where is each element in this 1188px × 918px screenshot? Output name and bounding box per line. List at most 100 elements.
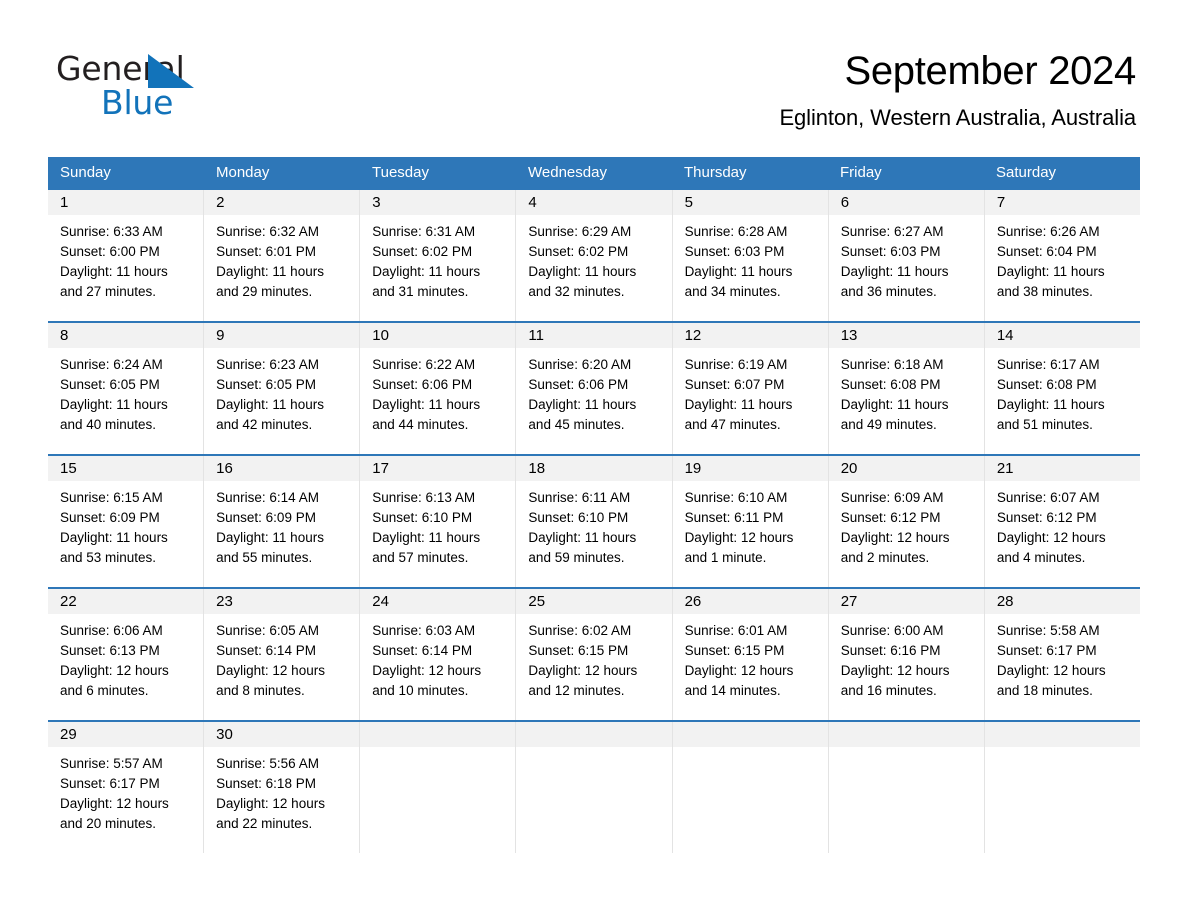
day-number: 4 (516, 190, 672, 215)
daylight-text: Daylight: 12 hours and 8 minutes. (216, 663, 325, 698)
day-cell[interactable]: 24 Sunrise: 6:03 AM Sunset: 6:14 PM Dayl… (360, 589, 517, 720)
weekday-header-sunday: Sunday (60, 164, 111, 181)
week-row: 15 Sunrise: 6:15 AM Sunset: 6:09 PM Dayl… (48, 454, 1140, 587)
day-number: 24 (360, 589, 516, 614)
sunset-text: Sunset: 6:11 PM (684, 510, 784, 525)
day-cell[interactable]: 11 Sunrise: 6:20 AM Sunset: 6:06 PM Dayl… (516, 323, 673, 454)
sunrise-text: Sunrise: 6:19 AM (684, 357, 788, 372)
daylight-text: Daylight: 11 hours and 40 minutes. (60, 397, 168, 432)
day-cell[interactable]: 14 Sunrise: 6:17 AM Sunset: 6:08 PM Dayl… (984, 323, 1140, 454)
sunset-text: Sunset: 6:14 PM (216, 643, 316, 658)
day-info: Sunrise: 5:57 AM Sunset: 6:17 PM Dayligh… (48, 747, 203, 834)
daylight-text: Daylight: 12 hours and 2 minutes. (840, 530, 950, 565)
sunset-text: Sunset: 6:09 PM (216, 510, 316, 525)
day-cell[interactable]: 3 Sunrise: 6:31 AM Sunset: 6:02 PM Dayli… (360, 190, 517, 321)
day-number: 7 (984, 190, 1140, 215)
weekday-header-saturday: Saturday (996, 164, 1057, 181)
daylight-text: Daylight: 11 hours and 27 minutes. (60, 264, 168, 299)
sunset-text: Sunset: 6:07 PM (684, 377, 785, 392)
day-cell[interactable]: 20 Sunrise: 6:09 AM Sunset: 6:12 PM Dayl… (828, 456, 985, 587)
day-cell[interactable]: 9 Sunrise: 6:23 AM Sunset: 6:05 PM Dayli… (204, 323, 361, 454)
day-cell[interactable]: 21 Sunrise: 6:07 AM Sunset: 6:12 PM Dayl… (984, 456, 1140, 587)
day-cell[interactable]: 12 Sunrise: 6:19 AM Sunset: 6:07 PM Dayl… (672, 323, 829, 454)
daylight-text: Daylight: 11 hours and 44 minutes. (372, 397, 481, 432)
day-cell[interactable]: 13 Sunrise: 6:18 AM Sunset: 6:08 PM Dayl… (828, 323, 985, 454)
sunrise-text: Sunrise: 6:29 AM (528, 224, 632, 239)
week-row: 8 Sunrise: 6:24 AM Sunset: 6:05 PM Dayli… (48, 321, 1140, 454)
day-cell[interactable]: 29 Sunrise: 5:57 AM Sunset: 6:17 PM Dayl… (48, 722, 205, 853)
day-cell[interactable]: 23 Sunrise: 6:05 AM Sunset: 6:14 PM Dayl… (204, 589, 361, 720)
sunrise-text: Sunrise: 6:26 AM (996, 224, 1100, 239)
day-cell[interactable]: 5 Sunrise: 6:28 AM Sunset: 6:03 PM Dayli… (672, 190, 829, 321)
day-cell[interactable]: 10 Sunrise: 6:22 AM Sunset: 6:06 PM Dayl… (360, 323, 517, 454)
sunrise-text: Sunrise: 6:00 AM (840, 623, 944, 638)
sunrise-text: Sunrise: 6:10 AM (684, 490, 788, 505)
daylight-text: Daylight: 12 hours and 20 minutes. (60, 796, 169, 831)
sunset-text: Sunset: 6:13 PM (60, 643, 160, 658)
sunset-text: Sunset: 6:15 PM (528, 643, 629, 658)
day-cell[interactable]: 26 Sunrise: 6:01 AM Sunset: 6:15 PM Dayl… (672, 589, 829, 720)
day-cell[interactable]: 15 Sunrise: 6:15 AM Sunset: 6:09 PM Dayl… (48, 456, 205, 587)
day-cell-empty (828, 722, 985, 853)
sunrise-text: Sunrise: 6:13 AM (372, 490, 476, 505)
day-info: Sunrise: 6:19 AM Sunset: 6:07 PM Dayligh… (673, 348, 828, 435)
day-cell[interactable]: 1 Sunrise: 6:33 AM Sunset: 6:00 PM Dayli… (48, 190, 205, 321)
day-number: 1 (48, 190, 204, 215)
sunset-text: Sunset: 6:17 PM (996, 643, 1097, 658)
page-title: September 2024 (844, 49, 1136, 93)
daylight-text: Daylight: 12 hours and 16 minutes. (840, 663, 950, 698)
day-info: Sunrise: 5:58 AM Sunset: 6:17 PM Dayligh… (985, 614, 1140, 701)
day-number: 12 (672, 323, 828, 348)
weekday-header-tuesday: Tuesday (372, 164, 429, 181)
day-cell[interactable]: 18 Sunrise: 6:11 AM Sunset: 6:10 PM Dayl… (516, 456, 673, 587)
daylight-text: Daylight: 11 hours and 55 minutes. (216, 530, 324, 565)
day-info: Sunrise: 6:29 AM Sunset: 6:02 PM Dayligh… (516, 215, 671, 302)
sunrise-text: Sunrise: 6:01 AM (684, 623, 788, 638)
day-cell[interactable]: 16 Sunrise: 6:14 AM Sunset: 6:09 PM Dayl… (204, 456, 361, 587)
weekday-header-wednesday: Wednesday (528, 164, 607, 181)
day-cell[interactable]: 2 Sunrise: 6:32 AM Sunset: 6:01 PM Dayli… (204, 190, 361, 321)
day-number: 28 (984, 589, 1140, 614)
day-cell[interactable]: 4 Sunrise: 6:29 AM Sunset: 6:02 PM Dayli… (516, 190, 673, 321)
sunset-text: Sunset: 6:03 PM (684, 244, 785, 259)
daylight-text: Daylight: 12 hours and 6 minutes. (60, 663, 169, 698)
daylight-text: Daylight: 11 hours and 45 minutes. (528, 397, 637, 432)
sunset-text: Sunset: 6:08 PM (996, 377, 1097, 392)
sunset-text: Sunset: 6:02 PM (528, 244, 629, 259)
sunrise-text: Sunrise: 5:58 AM (996, 623, 1100, 638)
sunset-text: Sunset: 6:15 PM (684, 643, 785, 658)
sunrise-text: Sunrise: 5:56 AM (216, 756, 319, 771)
day-info: Sunrise: 6:14 AM Sunset: 6:09 PM Dayligh… (204, 481, 359, 568)
day-cell[interactable]: 6 Sunrise: 6:27 AM Sunset: 6:03 PM Dayli… (828, 190, 985, 321)
daylight-text: Daylight: 11 hours and 34 minutes. (684, 264, 793, 299)
day-cell[interactable]: 19 Sunrise: 6:10 AM Sunset: 6:11 PM Dayl… (672, 456, 829, 587)
daylight-text: Daylight: 11 hours and 36 minutes. (840, 264, 949, 299)
day-cell[interactable]: 27 Sunrise: 6:00 AM Sunset: 6:16 PM Dayl… (828, 589, 985, 720)
day-number: 21 (984, 456, 1140, 481)
daylight-text: Daylight: 12 hours and 14 minutes. (684, 663, 794, 698)
weekday-header-thursday: Thursday (684, 164, 747, 181)
week-row: 1 Sunrise: 6:33 AM Sunset: 6:00 PM Dayli… (48, 188, 1140, 321)
sunrise-text: Sunrise: 6:18 AM (840, 357, 944, 372)
sunrise-text: Sunrise: 6:20 AM (528, 357, 632, 372)
day-number: 13 (828, 323, 984, 348)
sunset-text: Sunset: 6:17 PM (60, 776, 160, 791)
day-number (672, 722, 828, 747)
sunset-text: Sunset: 6:14 PM (372, 643, 473, 658)
day-cell[interactable]: 7 Sunrise: 6:26 AM Sunset: 6:04 PM Dayli… (984, 190, 1140, 321)
day-cell[interactable]: 30 Sunrise: 5:56 AM Sunset: 6:18 PM Dayl… (204, 722, 361, 853)
day-cell[interactable]: 17 Sunrise: 6:13 AM Sunset: 6:10 PM Dayl… (360, 456, 517, 587)
day-cell[interactable]: 22 Sunrise: 6:06 AM Sunset: 6:13 PM Dayl… (48, 589, 205, 720)
daylight-text: Daylight: 11 hours and 31 minutes. (372, 264, 481, 299)
day-cell[interactable]: 8 Sunrise: 6:24 AM Sunset: 6:05 PM Dayli… (48, 323, 205, 454)
day-cell[interactable]: 28 Sunrise: 5:58 AM Sunset: 6:17 PM Dayl… (984, 589, 1140, 720)
day-cell[interactable]: 25 Sunrise: 6:02 AM Sunset: 6:15 PM Dayl… (516, 589, 673, 720)
sunrise-text: Sunrise: 6:15 AM (60, 490, 163, 505)
day-info: Sunrise: 6:10 AM Sunset: 6:11 PM Dayligh… (673, 481, 828, 568)
sunset-text: Sunset: 6:12 PM (996, 510, 1097, 525)
sunrise-text: Sunrise: 6:06 AM (60, 623, 163, 638)
day-info: Sunrise: 6:28 AM Sunset: 6:03 PM Dayligh… (673, 215, 828, 302)
day-number: 26 (672, 589, 828, 614)
day-number: 10 (360, 323, 516, 348)
day-number: 22 (48, 589, 204, 614)
